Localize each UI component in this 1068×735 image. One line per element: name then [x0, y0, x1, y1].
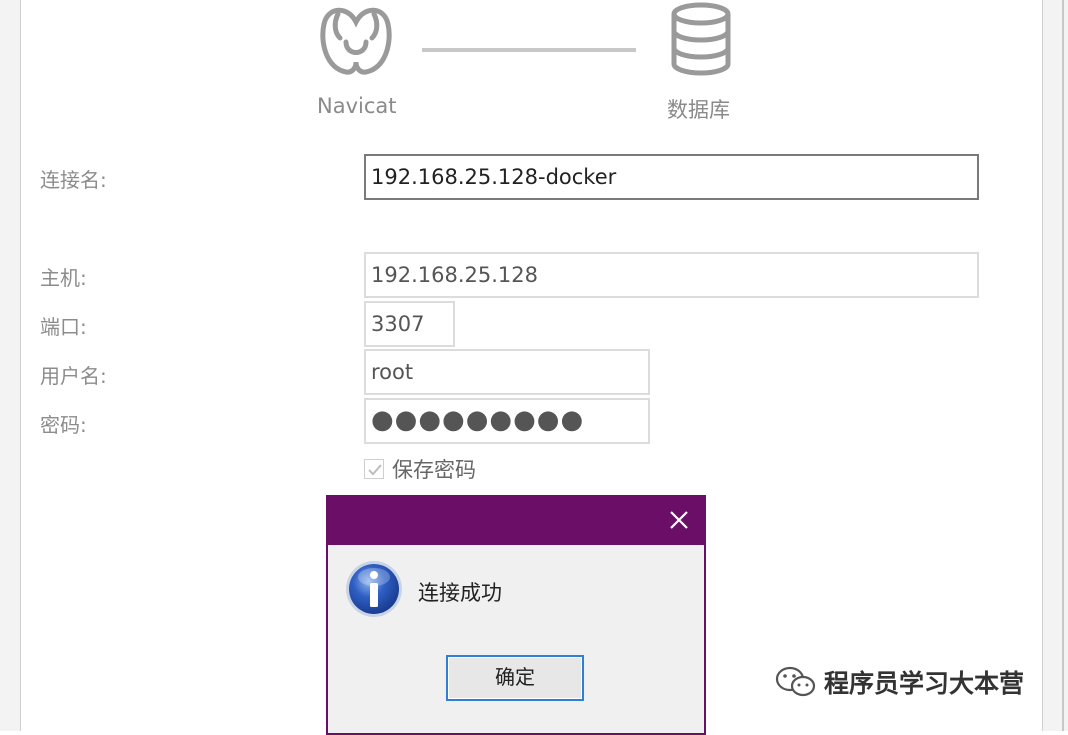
- password-label: 密码:: [40, 413, 87, 437]
- username-label: 用户名:: [40, 364, 107, 388]
- dialog-titlebar: [326, 495, 706, 545]
- ok-button[interactable]: 确定: [446, 655, 584, 701]
- watermark-text: 程序员学习大本营: [824, 669, 1025, 698]
- navicat-logo-icon: [320, 7, 392, 75]
- host-label: 主机:: [40, 266, 87, 290]
- save-password-row[interactable]: 保存密码: [364, 455, 476, 483]
- close-icon[interactable]: [666, 507, 692, 533]
- connection-name-label: 连接名:: [40, 168, 107, 192]
- checkmark-icon: [368, 464, 382, 476]
- host-input[interactable]: 192.168.25.128: [364, 252, 979, 298]
- dialog-message: 连接成功: [418, 581, 502, 605]
- navicat-label: Navicat: [317, 94, 397, 118]
- password-input[interactable]: ●●●●●●●●●: [364, 398, 650, 444]
- save-password-checkbox[interactable]: [364, 459, 384, 479]
- port-input[interactable]: 3307: [364, 301, 455, 347]
- username-input[interactable]: root: [364, 349, 650, 395]
- success-dialog: 连接成功 确定: [326, 495, 706, 735]
- window-frame-right: [1042, 0, 1068, 731]
- database-icon: [671, 2, 731, 76]
- connection-line: [422, 48, 636, 52]
- connection-name-input[interactable]: 192.168.25.128-docker: [364, 154, 979, 200]
- save-password-label: 保存密码: [392, 458, 476, 482]
- port-label: 端口:: [40, 315, 87, 339]
- wechat-icon: [775, 666, 816, 697]
- watermark: 程序员学习大本营: [774, 664, 1024, 700]
- database-label: 数据库: [667, 98, 730, 122]
- info-icon: [346, 561, 402, 617]
- window-frame-left: [0, 0, 21, 731]
